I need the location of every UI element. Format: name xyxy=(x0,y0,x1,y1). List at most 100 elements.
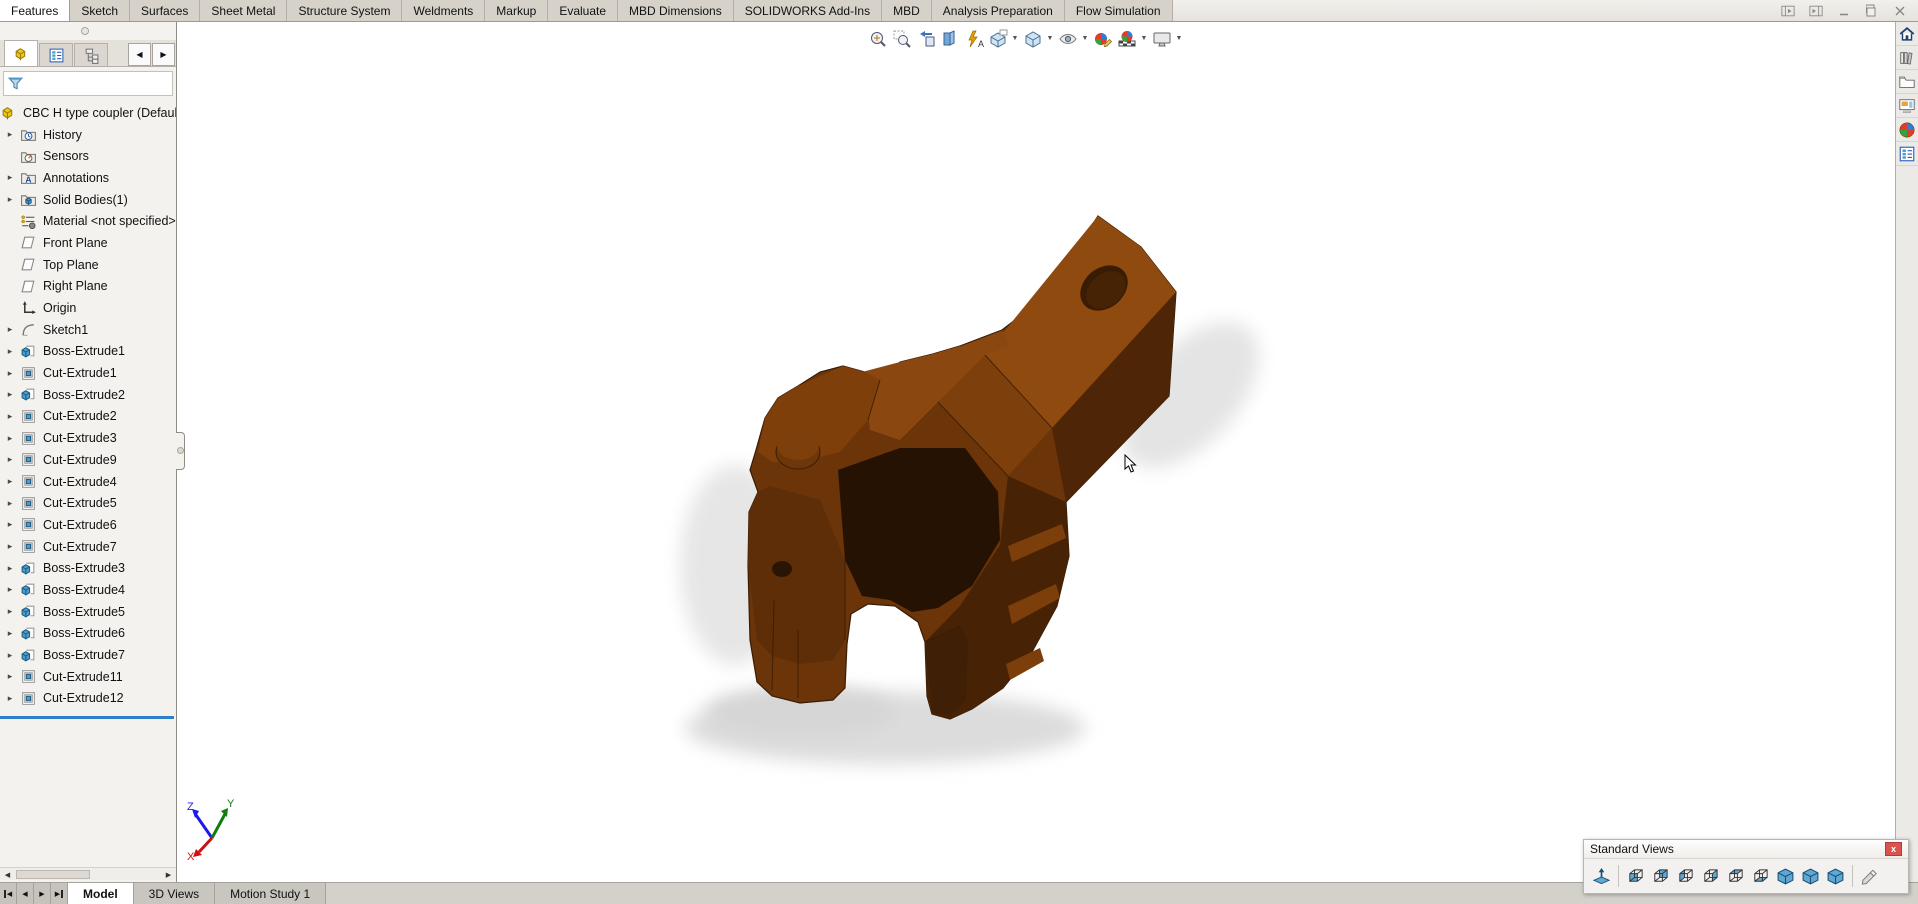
home-button[interactable] xyxy=(1896,22,1918,46)
expand-arrow-icon[interactable]: ▸ xyxy=(0,650,20,661)
tab-motion-study-1[interactable]: Motion Study 1 xyxy=(215,883,327,904)
minimize-button[interactable] xyxy=(1832,2,1856,20)
tree-item-solid-bodies-1-[interactable]: ▸ Solid Bodies(1) xyxy=(0,189,176,211)
menu-tab-mbd[interactable]: MBD xyxy=(882,0,932,21)
hide-show-items-dropdown-caret[interactable]: ▼ xyxy=(1080,35,1090,42)
panel-tab-scroll-left-button[interactable]: ◀ xyxy=(128,43,151,66)
tree-item-boss-extrude5[interactable]: ▸ Boss-Extrude5 xyxy=(0,601,176,623)
expand-arrow-icon[interactable]: ▸ xyxy=(0,476,20,487)
view-dimetric-button[interactable] xyxy=(1823,863,1848,889)
expand-arrow-icon[interactable]: ▸ xyxy=(0,519,20,530)
expand-arrow-icon[interactable]: ▸ xyxy=(0,584,20,595)
expand-arrow-icon[interactable]: ▸ xyxy=(0,606,20,617)
tree-item-cut-extrude2[interactable]: ▸ Cut-Extrude2 xyxy=(0,406,176,428)
tree-item-cut-extrude7[interactable]: ▸ Cut-Extrude7 xyxy=(0,536,176,558)
menu-tab-sketch[interactable]: Sketch xyxy=(70,0,131,21)
tree-item-front-plane[interactable]: Front Plane xyxy=(0,232,176,254)
tree-item-material-not-specified-[interactable]: Material <not specified> xyxy=(0,210,176,232)
tree-item-top-plane[interactable]: Top Plane xyxy=(0,254,176,276)
collapse-left-pane-button[interactable] xyxy=(1776,2,1800,20)
panel-tab-scroll-right-button[interactable]: ▶ xyxy=(152,43,175,66)
expand-arrow-icon[interactable]: ▸ xyxy=(0,454,20,465)
edit-appearance-button[interactable] xyxy=(1091,27,1114,50)
view-palette-button[interactable] xyxy=(1896,94,1918,118)
custom-properties-button[interactable] xyxy=(1896,142,1918,166)
view-isometric-button[interactable] xyxy=(1773,863,1798,889)
rollback-bar[interactable] xyxy=(0,716,174,720)
menu-tab-weldments[interactable]: Weldments xyxy=(402,0,486,21)
expand-arrow-icon[interactable]: ▸ xyxy=(0,541,20,552)
panel-splitter-handle[interactable] xyxy=(176,432,185,470)
graphics-viewport[interactable]: A ▼ ▼ ▼ ▼ ▼ Z Y X xyxy=(178,22,1895,884)
normal-to-button[interactable] xyxy=(1589,863,1614,889)
menu-tab-markup[interactable]: Markup xyxy=(485,0,549,21)
expand-arrow-icon[interactable]: ▸ xyxy=(0,129,20,140)
expand-arrow-icon[interactable]: ▸ xyxy=(0,693,20,704)
apply-scene-button[interactable] xyxy=(1115,27,1138,50)
tree-item-boss-extrude1[interactable]: ▸ Boss-Extrude1 xyxy=(0,341,176,363)
tree-item-cut-extrude6[interactable]: ▸ Cut-Extrude6 xyxy=(0,514,176,536)
view-trimetric-button[interactable] xyxy=(1798,863,1823,889)
tree-item-sensors[interactable]: Sensors xyxy=(0,145,176,167)
tree-item-origin[interactable]: Origin xyxy=(0,297,176,319)
featuremanager-design-tree-tab[interactable] xyxy=(4,40,38,66)
cad-part-model[interactable] xyxy=(178,22,1895,884)
menu-tab-surfaces[interactable]: Surfaces xyxy=(130,0,201,21)
tree-item-boss-extrude6[interactable]: ▸ Boss-Extrude6 xyxy=(0,623,176,645)
menu-tab-features[interactable]: Features xyxy=(0,0,71,21)
tree-filter-input[interactable] xyxy=(3,71,173,96)
menu-tab-sheet-metal[interactable]: Sheet Metal xyxy=(200,0,288,21)
collapse-right-pane-button[interactable] xyxy=(1804,2,1828,20)
previous-view-button[interactable] xyxy=(914,27,937,50)
view-top-button[interactable] xyxy=(1723,863,1748,889)
expand-arrow-icon[interactable]: ▸ xyxy=(0,628,20,639)
tree-item-boss-extrude7[interactable]: ▸ Boss-Extrude7 xyxy=(0,644,176,666)
tree-item-cut-extrude11[interactable]: ▸ Cut-Extrude11 xyxy=(0,666,176,688)
scrollbar-thumb[interactable] xyxy=(16,870,90,879)
expand-arrow-icon[interactable]: ▸ xyxy=(0,368,20,379)
menu-tab-structure-system[interactable]: Structure System xyxy=(287,0,403,21)
tree-item-boss-extrude2[interactable]: ▸ Boss-Extrude2 xyxy=(0,384,176,406)
view-back-button[interactable] xyxy=(1648,863,1673,889)
expand-arrow-icon[interactable]: ▸ xyxy=(0,389,20,400)
expand-arrow-icon[interactable]: ▸ xyxy=(0,498,20,509)
tree-item-cut-extrude12[interactable]: ▸ Cut-Extrude12 xyxy=(0,688,176,710)
display-style-dropdown-caret[interactable]: ▼ xyxy=(1045,35,1055,42)
close-button[interactable] xyxy=(1888,2,1912,20)
hide-show-items-button[interactable] xyxy=(1056,27,1079,50)
scroll-left-button[interactable]: ◀ xyxy=(1,869,14,880)
previous-tab-button[interactable]: ◀ xyxy=(17,883,34,904)
tree-item-right-plane[interactable]: Right Plane xyxy=(0,276,176,298)
expand-arrow-icon[interactable]: ▸ xyxy=(0,346,20,357)
standard-views-close-button[interactable]: x xyxy=(1885,842,1902,856)
tree-item-boss-extrude3[interactable]: ▸ Boss-Extrude3 xyxy=(0,557,176,579)
standard-views-titlebar[interactable]: Standard Views x xyxy=(1584,840,1908,859)
zoom-to-fit-button[interactable] xyxy=(866,27,889,50)
view-bottom-button[interactable] xyxy=(1748,863,1773,889)
apply-scene-dropdown-caret[interactable]: ▼ xyxy=(1139,35,1149,42)
tree-item-cut-extrude5[interactable]: ▸ Cut-Extrude5 xyxy=(0,492,176,514)
view-settings-dropdown-caret[interactable]: ▼ xyxy=(1174,35,1184,42)
configurationmanager-tab[interactable] xyxy=(74,43,108,66)
propertymanager-tab[interactable] xyxy=(39,43,73,66)
expand-arrow-icon[interactable]: ▸ xyxy=(0,563,20,574)
expand-arrow-icon[interactable]: ▸ xyxy=(0,433,20,444)
menu-tab-flow-simulation[interactable]: Flow Simulation xyxy=(1065,0,1173,21)
tree-item-cut-extrude1[interactable]: ▸ Cut-Extrude1 xyxy=(0,362,176,384)
restore-button[interactable] xyxy=(1860,2,1884,20)
expand-arrow-icon[interactable]: ▸ xyxy=(0,411,20,422)
tree-item-cut-extrude3[interactable]: ▸ Cut-Extrude3 xyxy=(0,427,176,449)
menu-tab-analysis-preparation[interactable]: Analysis Preparation xyxy=(932,0,1065,21)
tree-item-annotations[interactable]: ▸ A Annotations xyxy=(0,167,176,189)
expand-arrow-icon[interactable]: ▸ xyxy=(0,324,20,335)
panel-horizontal-scrollbar[interactable]: ◀ ▶ xyxy=(0,867,176,880)
menu-tab-evaluate[interactable]: Evaluate xyxy=(548,0,619,21)
menu-tab-solidworks-add-ins[interactable]: SOLIDWORKS Add-Ins xyxy=(734,0,883,21)
expand-arrow-icon[interactable]: ▸ xyxy=(0,172,20,183)
first-tab-button[interactable]: ◀ xyxy=(0,883,17,904)
view-settings-button[interactable] xyxy=(1150,27,1173,50)
next-tab-button[interactable]: ▶ xyxy=(34,883,51,904)
panel-grip[interactable] xyxy=(0,22,176,40)
tree-item-history[interactable]: ▸ History xyxy=(0,124,176,146)
tree-item-boss-extrude4[interactable]: ▸ Boss-Extrude4 xyxy=(0,579,176,601)
